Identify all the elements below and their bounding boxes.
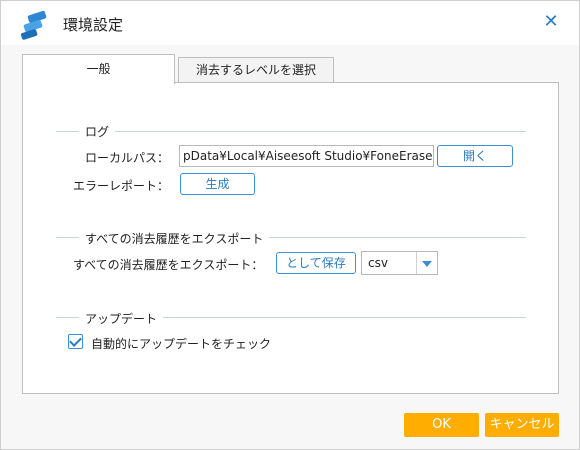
export-format-value: csv xyxy=(368,256,388,270)
tab-general[interactable]: 一般 xyxy=(22,54,175,84)
preferences-window: 環境設定 ✕ 一般 消去するレベルを選択 ログ ローカルパス： pData¥Lo… xyxy=(0,0,580,450)
error-report-label: エラーレポート： xyxy=(73,179,170,193)
cancel-button[interactable]: キャンセル xyxy=(485,413,559,437)
generate-button[interactable]: 生成 xyxy=(180,173,255,195)
auto-update-label: 自動的にアップデートをチェック xyxy=(91,337,272,351)
log-section-divider xyxy=(56,131,526,132)
chevron-down-icon[interactable] xyxy=(416,252,437,274)
tab-erase-level[interactable]: 消去するレベルを選択 xyxy=(178,57,334,82)
export-section-title: すべての消去履歴をエクスポート xyxy=(79,230,270,247)
title-bar: 環境設定 ✕ xyxy=(1,1,579,45)
export-format-select[interactable]: csv xyxy=(361,251,438,275)
open-button[interactable]: 開く xyxy=(437,145,513,167)
close-icon[interactable]: ✕ xyxy=(541,12,561,32)
local-path-label: ローカルパス： xyxy=(85,151,170,165)
auto-update-checkbox[interactable] xyxy=(68,334,83,349)
app-logo-icon xyxy=(20,11,47,40)
save-as-button[interactable]: として保存 xyxy=(276,252,356,274)
checkmark-icon xyxy=(69,334,82,347)
update-section-title: アップデート xyxy=(79,310,164,327)
export-history-label: すべての消去履歴をエクスポート： xyxy=(73,258,264,272)
log-section-title: ログ xyxy=(79,123,116,140)
ok-button[interactable]: OK xyxy=(404,413,479,437)
window-title: 環境設定 xyxy=(63,16,124,34)
local-path-field[interactable]: pData¥Local¥Aiseesoft Studio¥FoneEraser xyxy=(179,145,434,167)
